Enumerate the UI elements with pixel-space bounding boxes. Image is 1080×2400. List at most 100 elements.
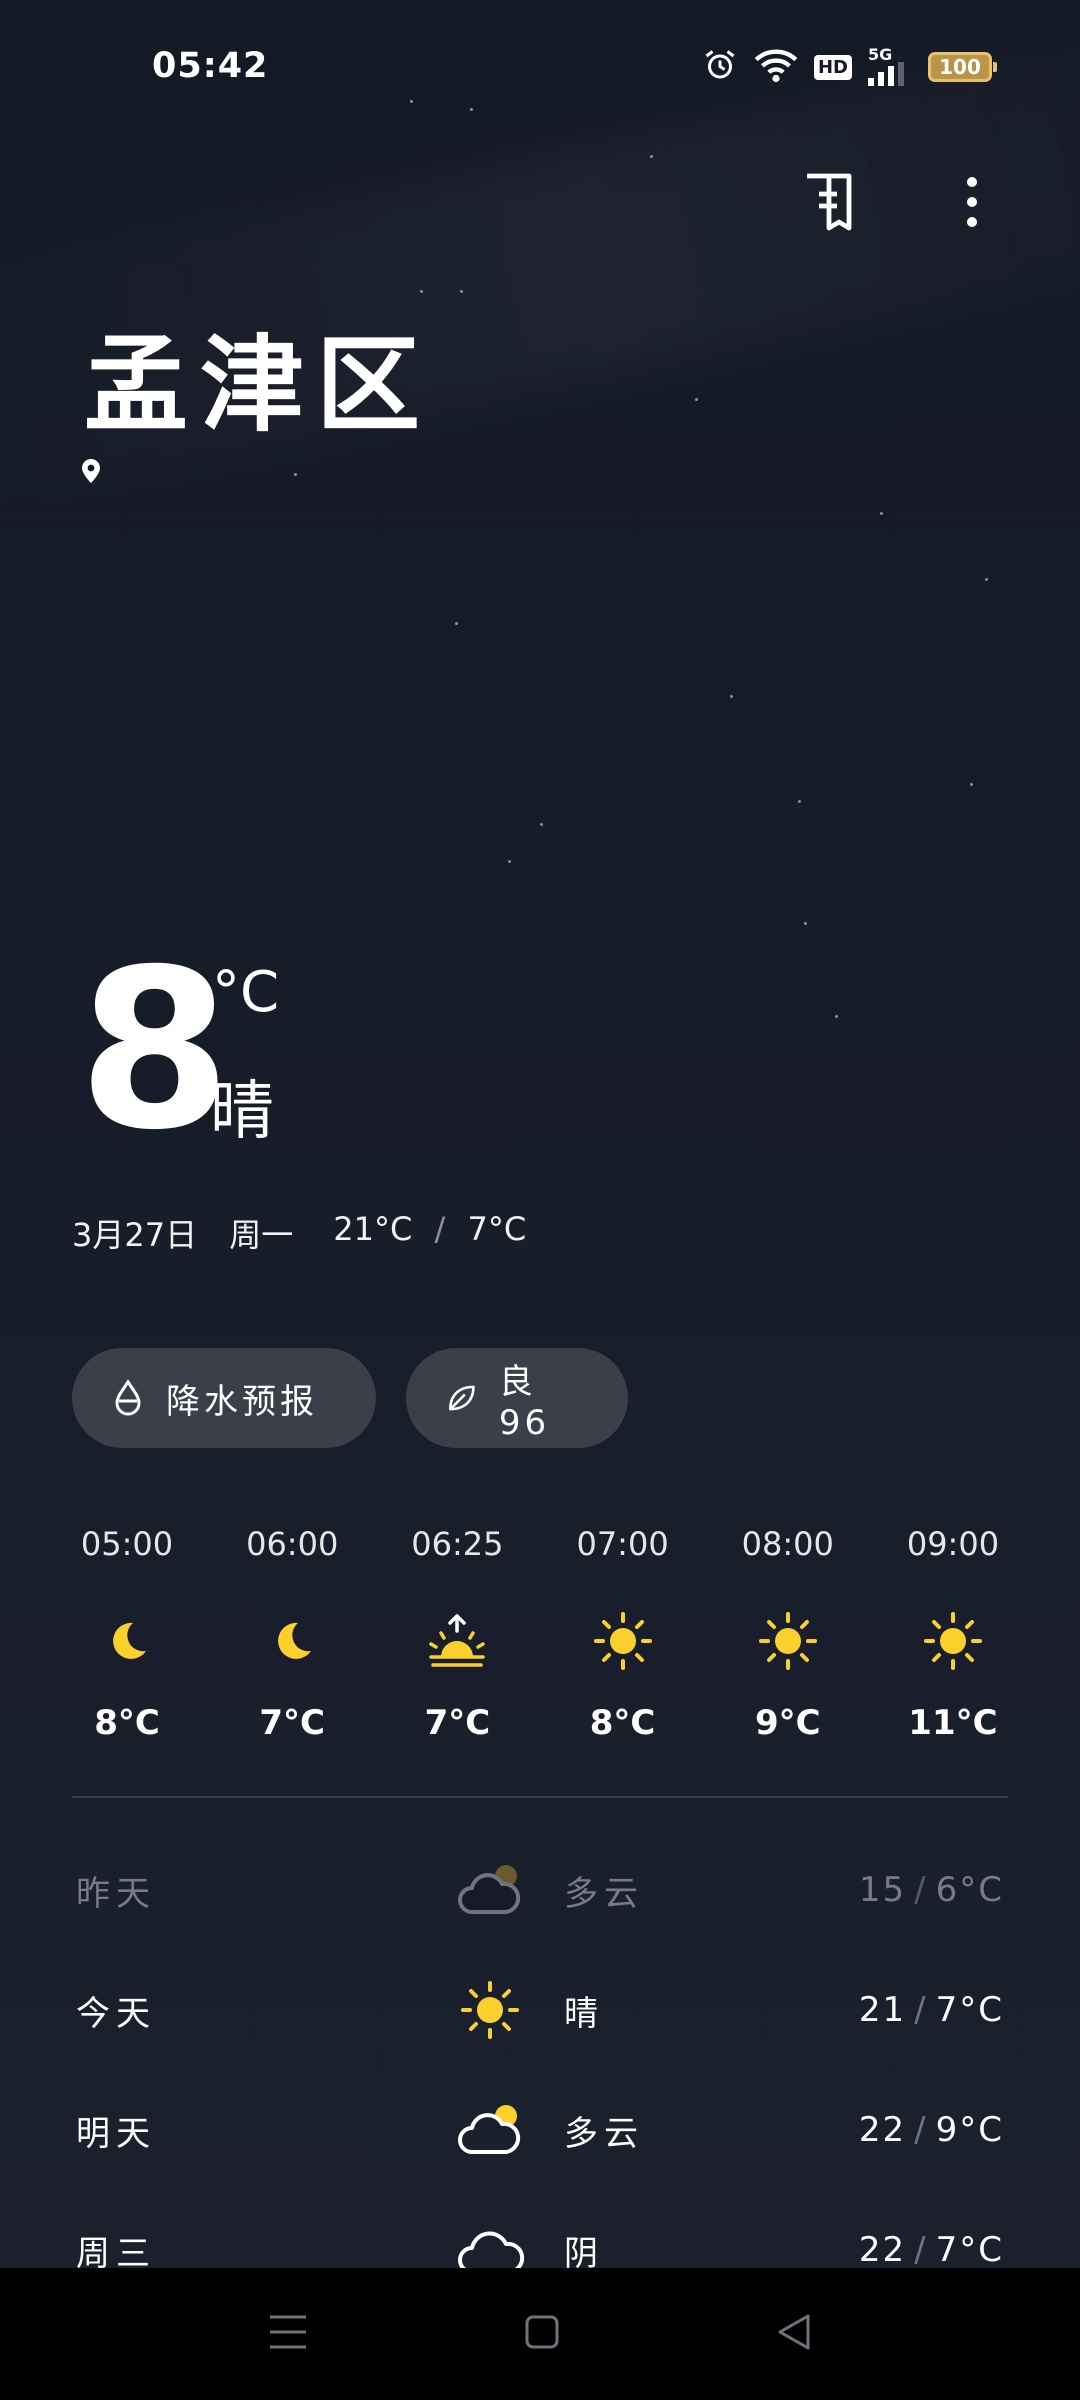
hour-time: 09:00	[906, 1525, 1000, 1563]
day-name: 今天	[76, 1993, 156, 2034]
star	[420, 290, 423, 293]
today-high: 21°C	[333, 1210, 413, 1248]
precipitation-forecast-button[interactable]: 降水预报	[72, 1348, 376, 1448]
star	[508, 860, 511, 863]
leaf-icon	[448, 1385, 475, 1411]
day-range: 22/7°C	[859, 2230, 1004, 2270]
more-options-button[interactable]	[942, 170, 1002, 234]
day-low: 7°C	[935, 2230, 1004, 2270]
hourly-item: 05:00 8°C	[52, 1525, 202, 1743]
daily-row-today[interactable]: 今天 晴 21/7°C	[72, 1950, 1008, 2070]
alarm-icon	[702, 47, 738, 87]
sun-icon	[450, 1978, 530, 2042]
day-name: 明天	[76, 2113, 156, 2154]
star	[650, 155, 653, 158]
hour-time: 06:00	[246, 1525, 339, 1563]
star	[970, 783, 973, 786]
star	[470, 108, 473, 111]
sun-icon	[758, 1609, 818, 1673]
hour-time: 07:00	[576, 1525, 669, 1563]
moon-icon	[103, 1609, 151, 1673]
day-high: 15	[858, 1870, 907, 1910]
hourly-item: 06:00 7°C	[217, 1525, 367, 1743]
moon-icon	[268, 1609, 316, 1673]
menu-button[interactable]	[268, 2313, 308, 2355]
air-quality-label: 良 96	[498, 1361, 551, 1443]
star	[880, 512, 883, 515]
daily-row-tomorrow[interactable]: 明天 多云 22/9°C	[72, 2070, 1008, 2190]
status-time: 05:42	[152, 46, 269, 86]
home-button[interactable]	[524, 2314, 560, 2354]
back-button[interactable]	[776, 2313, 812, 2355]
day-low: 6°C	[935, 1870, 1004, 1910]
signal-icon: 5G	[868, 45, 912, 86]
hour-temp: 8°C	[589, 1703, 656, 1743]
sunrise-icon	[425, 1609, 489, 1673]
daily-row-yesterday[interactable]: 昨天 多云 15/6°C	[72, 1830, 1008, 1950]
day-range: 22/9°C	[859, 2110, 1004, 2150]
document-icon	[807, 173, 852, 231]
star	[460, 290, 463, 293]
hourly-item: 09:00 11°C	[878, 1525, 1028, 1743]
hour-time: 08:00	[741, 1525, 834, 1563]
hour-time: 05:00	[80, 1525, 174, 1563]
range-separator: /	[914, 2110, 928, 2150]
current-temperature: 8	[78, 922, 232, 1178]
star	[730, 695, 733, 698]
day-high: 21	[858, 1990, 907, 2030]
back-triangle-icon	[778, 2314, 810, 2350]
temperature-unit: °C	[212, 960, 280, 1025]
partly-cloudy-icon	[450, 1858, 530, 1922]
battery-indicator: 100	[928, 52, 997, 82]
range-separator: /	[914, 2230, 928, 2270]
today-date: 3月27日	[72, 1216, 198, 1254]
today-summary: 3月27日 周一 21°C / 7°C	[72, 1210, 526, 1256]
hourly-forecast[interactable]: 05:00 8°C 06:00 7°C 06:25 7°C 07:00 8°C …	[52, 1525, 1028, 1743]
precipitation-label: 降水预报	[166, 1381, 318, 1422]
weather-screen: 05:42 HD 5G 100 孟津区 8 °C 晴 3月27日 周一 21°C…	[0, 0, 1080, 2400]
range-separator: /	[434, 1210, 446, 1248]
star	[540, 823, 543, 826]
day-high: 22	[858, 2230, 907, 2270]
section-divider	[72, 1796, 1008, 1798]
current-condition: 晴	[210, 1075, 274, 1149]
air-quality-button[interactable]: 良 96	[406, 1348, 628, 1448]
wifi-icon	[754, 47, 798, 87]
day-condition: 多云	[564, 1873, 644, 1914]
hour-temp: 11°C	[908, 1703, 998, 1743]
star	[695, 398, 698, 401]
city-list-button[interactable]	[798, 170, 858, 234]
today-range: 21°C / 7°C	[333, 1210, 526, 1256]
partly-cloudy-icon	[450, 2098, 530, 2162]
raindrop-icon	[115, 1379, 141, 1416]
hour-temp: 7°C	[424, 1703, 491, 1743]
range-separator: /	[914, 1870, 928, 1910]
star	[455, 622, 458, 625]
system-navigation-bar	[0, 2268, 1080, 2400]
today-low: 7°C	[467, 1210, 527, 1248]
daily-forecast[interactable]: 昨天 多云 15/6°C 今天 晴 21/7°C 明天 多云 22/9°C 周三	[72, 1830, 1008, 2310]
star	[798, 800, 801, 803]
location-pin-icon	[80, 458, 102, 488]
status-icons: HD 5G 100	[702, 45, 997, 88]
hour-time: 06:25	[411, 1525, 504, 1563]
day-low: 9°C	[935, 2110, 1004, 2150]
hour-temp: 7°C	[259, 1703, 325, 1743]
hourly-item: 06:25 7°C	[382, 1525, 532, 1743]
network-label: 5G	[868, 45, 893, 64]
star	[835, 1015, 838, 1018]
more-vertical-icon	[967, 177, 977, 227]
star	[985, 578, 988, 581]
home-square-icon	[525, 2315, 559, 2349]
hourly-item: 08:00 9°C	[713, 1525, 863, 1743]
day-range: 21/7°C	[859, 1990, 1004, 2030]
hourly-item: 07:00 8°C	[548, 1525, 698, 1743]
day-low: 7°C	[935, 1990, 1004, 2030]
hour-temp: 9°C	[754, 1703, 821, 1743]
city-name[interactable]: 孟津区	[84, 300, 432, 451]
day-high: 22	[858, 2110, 907, 2150]
sun-icon	[923, 1609, 983, 1673]
today-weekday: 周一	[229, 1216, 294, 1254]
day-name: 昨天	[76, 1873, 156, 1914]
day-condition: 多云	[564, 2113, 644, 2154]
